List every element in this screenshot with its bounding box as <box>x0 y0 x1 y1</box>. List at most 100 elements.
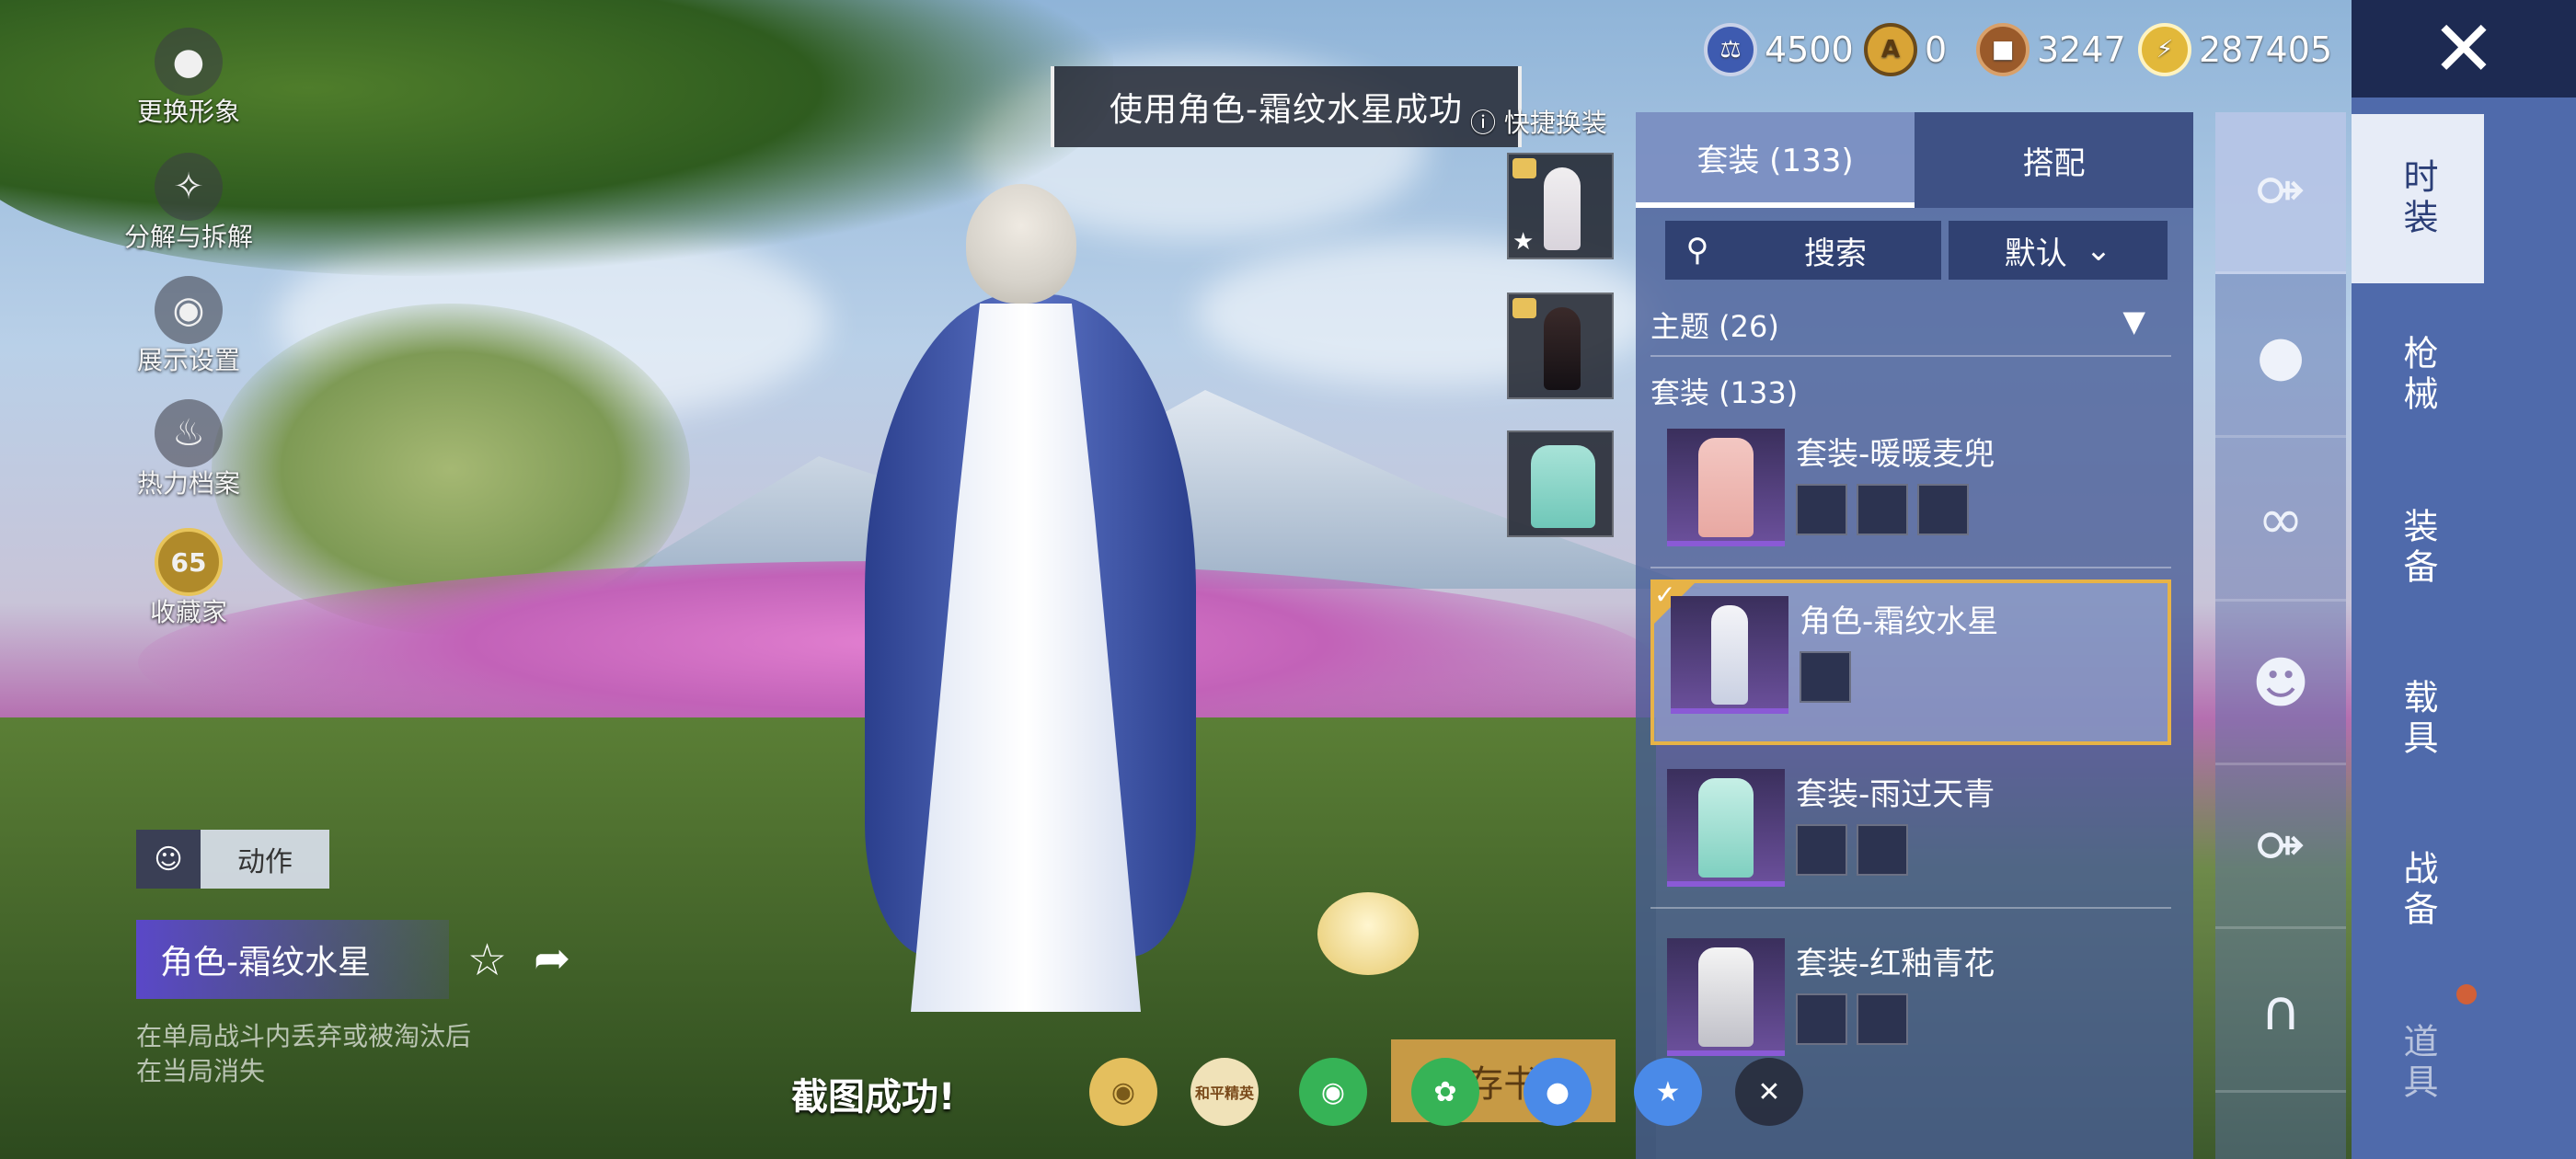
tab-combos[interactable]: 搭配 <box>1915 112 2193 208</box>
menu-display-settings[interactable]: ◉ 展示设置 <box>110 276 267 377</box>
tab-suits[interactable]: 套装 (133) <box>1636 112 1915 208</box>
divider <box>1650 355 2171 357</box>
screenshot-message: 截图成功! <box>791 1076 956 1119</box>
share-icon[interactable]: ➦ <box>534 933 570 984</box>
currency-bronze[interactable]: ■ 3247 <box>1976 20 2126 79</box>
item-note: 在单局战斗内丢弃或被淘汰后 在当局消失 <box>136 1019 471 1089</box>
piece-thumb[interactable] <box>1857 824 1908 876</box>
coin-bronze-icon: ■ <box>1976 23 2030 76</box>
item-name: 套装-雨过天青 <box>1796 776 1995 813</box>
menu-heat-archive[interactable]: ♨ 热力档案 <box>110 399 267 500</box>
piece-thumb[interactable] <box>1917 484 1969 535</box>
chick-pet <box>1317 892 1419 975</box>
subtab-hat[interactable]: ● <box>2215 276 2346 438</box>
wechat-icon[interactable]: ◉ <box>1299 1058 1367 1126</box>
sort-dropdown[interactable]: 默认 ⌄ <box>1949 221 2168 280</box>
item-name: 套装-暖暖麦兜 <box>1796 436 1995 473</box>
currency-value: 0 <box>1925 29 1948 70</box>
piece-thumb[interactable] <box>1796 824 1847 876</box>
menu-collector[interactable]: 65 收藏家 <box>110 528 267 629</box>
help-icon[interactable]: ⓘ <box>1470 108 1496 138</box>
category-supplies[interactable]: 战备 <box>2352 806 2484 975</box>
qzone-icon[interactable]: ★ <box>1634 1058 1702 1126</box>
peace-elite-circle-icon[interactable]: ◉ <box>1089 1058 1157 1126</box>
subtab-mask[interactable]: ☻ <box>2215 603 2346 765</box>
piece-thumb[interactable] <box>1857 484 1908 535</box>
character-head <box>966 184 1076 304</box>
outfit-figure <box>1544 307 1581 390</box>
divider <box>1650 907 2171 909</box>
menu-label: 分解与拆解 <box>123 222 253 252</box>
item-name: 角色-霜纹水星 <box>1800 603 1999 640</box>
qq-icon[interactable]: ● <box>1524 1058 1592 1126</box>
favorite-star-icon[interactable]: ☆ <box>467 935 507 986</box>
outfit-figure <box>1698 947 1754 1047</box>
item-name: 套装-红釉青花 <box>1796 946 1995 982</box>
outfit-figure <box>1531 445 1595 528</box>
currency-gold-a[interactable]: A 0 <box>1864 20 1947 79</box>
peace-elite-app-icon[interactable]: 和平精英 <box>1190 1058 1259 1126</box>
menu-change-appearance[interactable]: ● 更换形象 <box>110 28 267 129</box>
menu-decompose[interactable]: ✧ 分解与拆解 <box>110 153 267 254</box>
outfit-figure <box>1698 438 1754 537</box>
piece-thumb[interactable] <box>1796 484 1847 535</box>
suit-section: 套装 (133) <box>1650 375 1799 410</box>
dress-icon: ⚩ <box>2257 159 2305 224</box>
list-item[interactable]: 套装-暖暖麦兜 <box>1650 416 2171 581</box>
chevron-down-icon: ⌄ <box>2085 232 2112 269</box>
category-gear[interactable]: 装备 <box>2352 464 2484 633</box>
triangle-down-icon: ▼ <box>2122 304 2145 339</box>
menu-label: 更换形象 <box>136 97 240 127</box>
piece-thumb[interactable] <box>1796 993 1847 1045</box>
subtab-glasses[interactable]: ∞ <box>2215 440 2346 602</box>
quick-swap-label: 快捷换装 <box>1503 108 1607 138</box>
character-model[interactable] <box>810 166 1233 1012</box>
subtab-clothes[interactable]: ⚩ <box>2215 767 2346 929</box>
character-name-plate: 角色-霜纹水星 <box>136 920 449 999</box>
fire-icon: ♨ <box>155 399 223 467</box>
currency-value: 287405 <box>2199 29 2333 70</box>
action-button[interactable]: ☺ 动作 <box>136 830 329 889</box>
outfit-figure <box>1711 605 1748 705</box>
outfit-list-panel: 套装 (133) 搭配 ⚲ 搜索 默认 ⌄ 主题 (26) ▼ 套装 (133)… <box>1636 112 2193 1159</box>
level-badge-icon: 65 <box>155 528 223 596</box>
glasses-icon: ∞ <box>2258 487 2304 552</box>
category-vehicles[interactable]: 载具 <box>2352 635 2484 804</box>
subtab-pants[interactable]: ∩ <box>2215 931 2346 1093</box>
quick-swap-slot[interactable] <box>1507 430 1614 537</box>
piece-thumb[interactable] <box>1800 651 1851 703</box>
menu-label: 热力档案 <box>136 468 240 499</box>
close-icon: ✕ <box>2431 4 2497 94</box>
search-box[interactable]: ⚲ 搜索 <box>1665 221 1941 280</box>
sort-label: 默认 <box>2004 235 2067 272</box>
theme-section[interactable]: 主题 (26) ▼ <box>1650 304 2171 346</box>
close-button[interactable]: ✕ <box>2352 0 2576 98</box>
puzzle-icon: ✧ <box>155 153 223 221</box>
currency-value: 4500 <box>1765 29 1854 70</box>
moments-icon[interactable]: ✿ <box>1411 1058 1479 1126</box>
outfit-figure <box>1544 167 1581 250</box>
item-thumbnail <box>1667 429 1785 546</box>
list-item[interactable]: 套装-雨过天青 <box>1650 756 2171 922</box>
category-guns[interactable]: 枪械 <box>2352 291 2484 460</box>
search-placeholder: 搜索 <box>1804 235 1867 272</box>
search-icon: ⚲ <box>1685 232 1709 269</box>
currency-lightning[interactable]: ⚡ 287405 <box>2138 20 2332 79</box>
share-close-icon[interactable]: ✕ <box>1735 1058 1803 1126</box>
list-item[interactable]: ✓ 角色-霜纹水星 <box>1650 580 2171 745</box>
subtab-outfit[interactable]: ⚩ <box>2215 112 2346 274</box>
star-icon: ★ <box>1512 228 1535 256</box>
mask-icon: ☻ <box>2251 650 2310 716</box>
note-line: 在单局战斗内丢弃或被淘汰后 <box>136 1021 472 1051</box>
dress-icon: ⚩ <box>2257 814 2305 879</box>
quick-swap-slot[interactable] <box>1507 293 1614 399</box>
notification-dot <box>2456 984 2477 1004</box>
quick-swap-slot[interactable]: ★ <box>1507 153 1614 259</box>
currency-blue[interactable]: ⚖ 4500 <box>1704 20 1854 79</box>
menu-label: 收藏家 <box>149 597 227 627</box>
piece-thumb[interactable] <box>1857 993 1908 1045</box>
action-label: 动作 <box>237 846 293 878</box>
pants-icon: ∩ <box>2260 978 2301 1043</box>
category-fashion[interactable]: 时装 <box>2352 114 2484 283</box>
list-item[interactable]: 套装-红釉青花 <box>1650 925 2171 1091</box>
